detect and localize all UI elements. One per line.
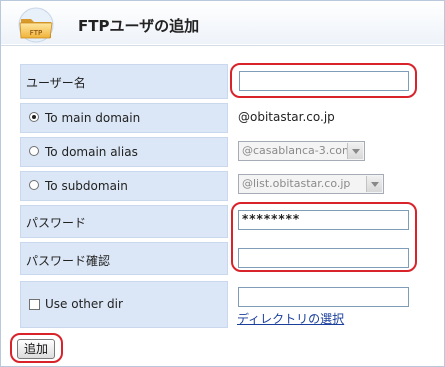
subdomain-radio[interactable] (29, 180, 39, 190)
password-confirm-label-cell: パスワード確認 (20, 242, 228, 275)
select-directory-link[interactable]: ディレクトリの選択 (237, 310, 344, 327)
chevron-down-icon[interactable] (366, 176, 382, 192)
ftp-folder-icon: FTP (18, 7, 54, 43)
subdomain-label: To subdomain (45, 179, 128, 193)
password-highlight (231, 202, 417, 272)
use-other-dir-checkbox[interactable] (29, 299, 40, 310)
username-highlight (230, 63, 417, 98)
other-dir-label-cell: Use other dir (20, 281, 228, 328)
header: FTP FTPユーザの追加 (1, 1, 444, 44)
domain-alias-select-value: @casablanca-3.com (242, 144, 353, 157)
domain-alias-label: To domain alias (45, 145, 138, 159)
other-dir-input[interactable] (238, 287, 409, 307)
domain-alias-label-cell: To domain alias (20, 137, 228, 167)
password-label-cell: パスワード (20, 205, 228, 238)
domain-alias-select[interactable]: @casablanca-3.com (238, 141, 365, 161)
main-domain-value: @obitastar.co.jp (238, 110, 335, 124)
subdomain-select[interactable]: @list.obitastar.co.jp (238, 174, 384, 194)
add-button-highlight (10, 333, 63, 363)
subdomain-label-cell: To subdomain (20, 171, 228, 201)
username-label: ユーザー名 (26, 76, 86, 90)
main-domain-label: To main domain (45, 111, 141, 125)
username-label-cell: ユーザー名 (20, 64, 228, 99)
domain-alias-radio[interactable] (29, 146, 39, 156)
password-label: パスワード (26, 216, 87, 230)
main-domain-label-cell: To main domain (20, 103, 228, 133)
page-title: FTPユーザの追加 (78, 17, 200, 35)
header-divider (1, 45, 444, 46)
main-domain-radio[interactable] (29, 112, 39, 122)
use-other-dir-label: Use other dir (45, 297, 123, 311)
subdomain-select-value: @list.obitastar.co.jp (242, 177, 351, 190)
ftp-label: FTP (30, 29, 42, 37)
password-confirm-label: パスワード確認 (26, 254, 111, 268)
chevron-down-icon[interactable] (347, 143, 363, 159)
